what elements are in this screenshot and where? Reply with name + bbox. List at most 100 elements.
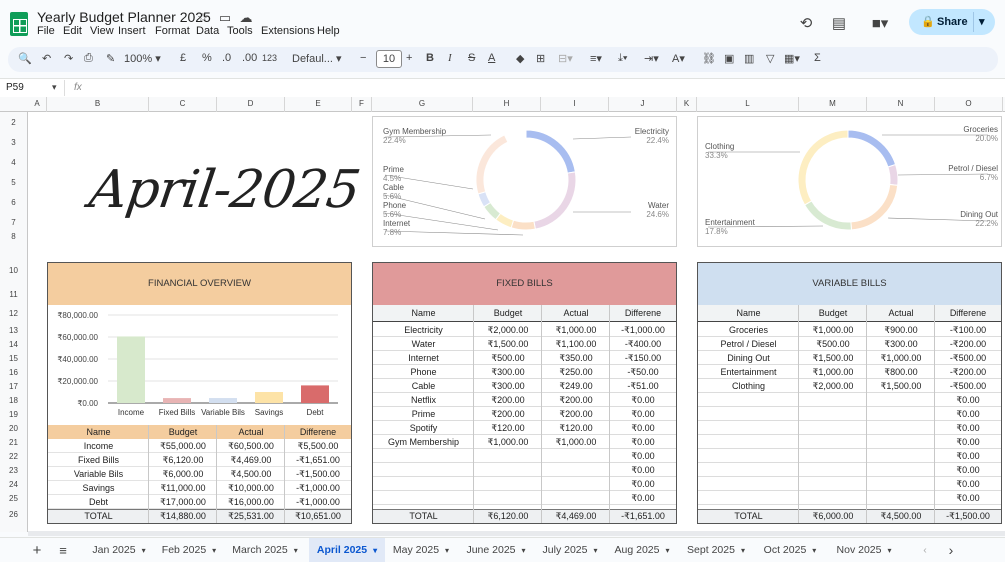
filter-views-icon[interactable]: ▦▾ <box>784 52 800 65</box>
tab-dropdown-icon[interactable]: ▾ <box>593 546 597 555</box>
table-cell[interactable]: ₹14,880.00 <box>149 509 217 523</box>
sheet-tab-may-2025[interactable]: May 2025 ▾ <box>386 538 456 562</box>
row-header-19[interactable]: 19 <box>0 410 27 419</box>
insert-comment-icon[interactable]: ▣ <box>724 52 734 65</box>
table-cell[interactable]: ₹0.00 <box>610 393 676 407</box>
table-cell[interactable]: Clothing <box>698 379 799 393</box>
table-cell[interactable]: ₹300.00 <box>474 365 542 379</box>
document-title[interactable]: Yearly Budget Planner 2025 <box>37 9 211 25</box>
column-header-B[interactable]: B <box>47 97 149 112</box>
row-header-24[interactable]: 24 <box>0 480 27 489</box>
paint-format-icon[interactable]: ✎ <box>106 52 115 65</box>
table-cell[interactable]: -₹1,000.00 <box>610 323 676 337</box>
strikethrough-icon[interactable]: S <box>468 52 475 64</box>
menu-help[interactable]: Help <box>317 25 340 37</box>
table-cell[interactable]: ₹1,000.00 <box>542 435 610 449</box>
donut-slice-petrol-diesel[interactable] <box>887 163 899 186</box>
horizontal-scrollbar[interactable] <box>28 531 1005 536</box>
sheet-tab-nov-2025[interactable]: Nov 2025 ▾ <box>828 538 900 562</box>
column-header-A[interactable]: A <box>28 97 47 112</box>
number-format-button[interactable]: 123 <box>262 53 277 63</box>
donut-slice-electricity[interactable] <box>525 129 576 174</box>
row-header-12[interactable]: 12 <box>0 309 27 318</box>
table-cell[interactable]: Spotify <box>373 421 474 435</box>
table-cell[interactable]: ₹900.00 <box>867 323 935 337</box>
row-header-4[interactable]: 4 <box>0 158 27 167</box>
cloud-status-icon[interactable]: ☁ <box>238 10 254 26</box>
table-cell[interactable]: ₹1,000.00 <box>867 351 935 365</box>
bar-savings[interactable] <box>255 392 283 403</box>
column-header-G[interactable]: G <box>372 97 473 112</box>
table-cell[interactable]: Netflix <box>373 393 474 407</box>
table-cell[interactable]: ₹350.00 <box>542 351 610 365</box>
row-header-20[interactable]: 20 <box>0 424 27 433</box>
table-cell[interactable]: ₹1,000.00 <box>542 323 610 337</box>
tab-dropdown-icon[interactable]: ▾ <box>212 546 216 555</box>
menu-format[interactable]: Format <box>155 25 190 37</box>
name-box-dropdown-icon[interactable]: ▾ <box>52 82 57 93</box>
total-cell[interactable]: -₹1,500.00 <box>935 509 1001 523</box>
row-header-3[interactable]: 3 <box>0 138 27 147</box>
tab-dropdown-icon[interactable]: ▾ <box>445 546 449 555</box>
zoom-select[interactable]: 100% ▾ <box>124 52 161 65</box>
table-cell[interactable]: -₹51.00 <box>610 379 676 393</box>
table-cell[interactable]: ₹0.00 <box>935 463 1001 477</box>
column-header-E[interactable]: E <box>285 97 352 112</box>
table-header-actual[interactable]: Actual <box>867 306 935 320</box>
donut-slice-internet[interactable] <box>510 219 536 231</box>
table-cell[interactable]: ₹25,531.00 <box>217 509 285 523</box>
table-cell[interactable]: Income <box>48 439 149 453</box>
tab-dropdown-icon[interactable]: ▾ <box>294 546 298 555</box>
functions-icon[interactable]: Σ <box>814 52 821 64</box>
font-size-input[interactable]: 10 <box>376 50 402 68</box>
tab-dropdown-icon[interactable]: ▾ <box>373 546 377 555</box>
table-cell[interactable]: ₹10,000.00 <box>217 481 285 495</box>
table-cell[interactable]: Variable Bils <box>48 467 149 481</box>
table-cell[interactable]: ₹2,000.00 <box>474 323 542 337</box>
table-cell[interactable]: ₹4,500.00 <box>217 467 285 481</box>
table-cell[interactable]: ₹0.00 <box>610 435 676 449</box>
row-header-22[interactable]: 22 <box>0 452 27 461</box>
table-cell[interactable]: ₹1,500.00 <box>799 351 867 365</box>
column-header-I[interactable]: I <box>541 97 609 112</box>
table-cell[interactable]: ₹250.00 <box>542 365 610 379</box>
table-cell[interactable]: ₹200.00 <box>474 407 542 421</box>
table-cell[interactable]: ₹0.00 <box>935 435 1001 449</box>
star-icon[interactable]: ☆ <box>195 10 211 26</box>
table-cell[interactable]: ₹0.00 <box>935 491 1001 505</box>
table-cell[interactable]: -₹1,651.00 <box>285 453 351 467</box>
column-header-J[interactable]: J <box>609 97 677 112</box>
table-cell[interactable]: ₹1,000.00 <box>799 365 867 379</box>
table-header-differene[interactable]: Differene <box>610 306 676 320</box>
row-header-6[interactable]: 6 <box>0 198 27 207</box>
text-rotation-icon[interactable]: A▾ <box>672 52 685 65</box>
donut-slice-groceries[interactable] <box>847 129 897 168</box>
merge-cells-icon[interactable]: ⊟▾ <box>558 52 573 65</box>
donut-slice-entertainment[interactable] <box>803 200 852 231</box>
sheet-tab-march-2025[interactable]: March 2025 ▾ <box>226 538 304 562</box>
tab-dropdown-icon[interactable]: ▾ <box>142 546 146 555</box>
table-cell[interactable]: Petrol / Diesel <box>698 337 799 351</box>
menu-tools[interactable]: Tools <box>227 25 253 37</box>
row-header-7[interactable]: 7 <box>0 218 27 227</box>
table-cell[interactable]: -₹200.00 <box>935 365 1001 379</box>
table-cell[interactable]: ₹4,469.00 <box>217 453 285 467</box>
table-cell[interactable]: Phone <box>373 365 474 379</box>
column-header-H[interactable]: H <box>473 97 541 112</box>
row-header-13[interactable]: 13 <box>0 326 27 335</box>
add-sheet-icon[interactable]: + <box>28 538 46 562</box>
row-header-26[interactable]: 26 <box>0 510 27 519</box>
text-color-icon[interactable]: A <box>488 52 495 64</box>
bar-variable-bils[interactable] <box>209 398 237 403</box>
total-cell[interactable]: ₹4,500.00 <box>867 509 935 523</box>
bar-income[interactable] <box>117 336 145 403</box>
name-box[interactable]: P59 <box>6 82 24 93</box>
sheets-logo-icon[interactable] <box>10 12 28 36</box>
row-header-2[interactable]: 2 <box>0 118 27 127</box>
table-cell[interactable]: ₹5,500.00 <box>285 439 351 453</box>
tab-dropdown-icon[interactable]: ▾ <box>741 546 745 555</box>
table-cell[interactable]: ₹55,000.00 <box>149 439 217 453</box>
decrease-font-size-icon[interactable]: − <box>360 52 366 64</box>
table-cell[interactable]: -₹500.00 <box>935 379 1001 393</box>
menu-data[interactable]: Data <box>196 25 219 37</box>
